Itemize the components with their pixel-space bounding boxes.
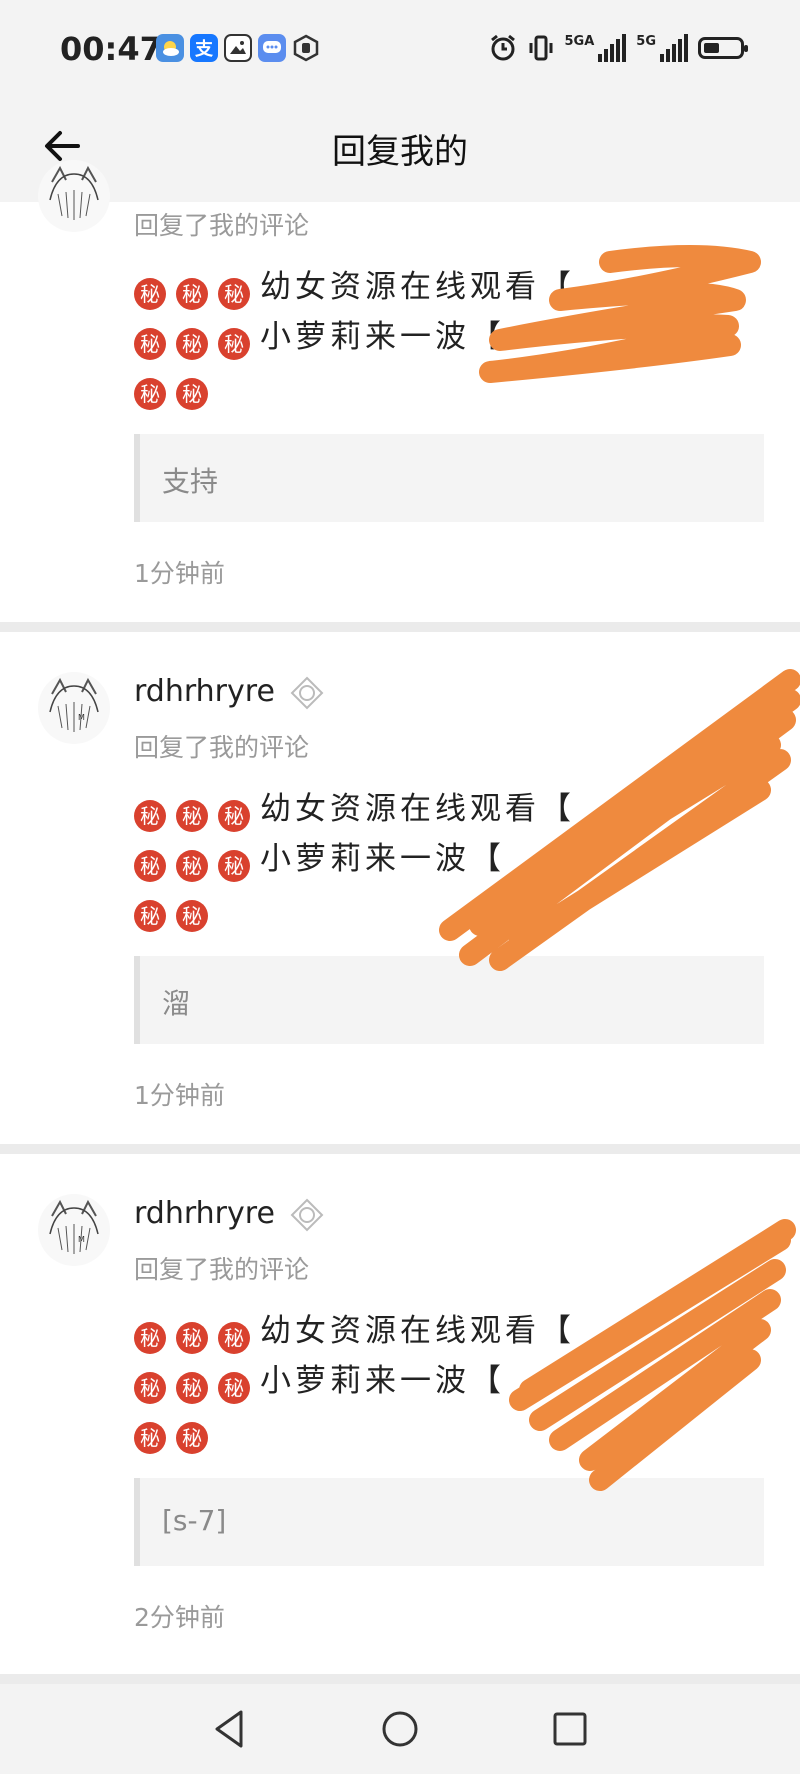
mi-emoji: 秘 — [176, 278, 208, 310]
quoted-comment[interactable]: [s-7] — [134, 1478, 764, 1566]
comment-line: 幼女资源在线观看【 — [260, 791, 575, 827]
mi-emoji: 秘 — [134, 1422, 166, 1454]
mi-emoji: 秘 — [218, 850, 250, 882]
vibrate-icon — [529, 35, 552, 61]
mi-emoji: 秘 — [176, 900, 208, 932]
username[interactable]: rdhrhryre — [134, 674, 275, 709]
weather-icon — [156, 34, 184, 62]
mi-emoji: 秘 — [218, 278, 250, 310]
notification-icons: 支 — [156, 34, 320, 62]
reply-subtitle: 回复了我的评论 — [134, 733, 310, 762]
mi-emoji: 秘 — [218, 1372, 250, 1404]
mi-emoji: 秘 — [218, 800, 250, 832]
mi-emoji: 秘 — [176, 328, 208, 360]
system-status-icons: 5GA 5G — [489, 34, 748, 62]
comment-line: 幼女资源在线观看【 — [260, 1313, 575, 1349]
quoted-comment[interactable]: 支持 — [134, 434, 764, 522]
mi-emoji: 秘 — [134, 328, 166, 360]
hand-shield-icon — [292, 34, 320, 62]
mi-emoji: 秘 — [176, 1322, 208, 1354]
mi-emoji: 秘 — [134, 278, 166, 310]
back-triangle-icon[interactable] — [205, 1704, 255, 1754]
status-bar: 00:47 支 5GA 5G — [0, 0, 800, 100]
recents-square-icon[interactable] — [545, 1704, 595, 1754]
mi-emoji: 秘 — [134, 850, 166, 882]
battery-level — [704, 43, 719, 53]
quoted-text: [s-7] — [162, 1504, 227, 1537]
alipay-icon: 支 — [190, 34, 218, 62]
svg-text:M: M — [78, 1235, 85, 1244]
mi-emoji: 秘 — [218, 328, 250, 360]
quoted-text: 溜 — [162, 987, 191, 1020]
mi-emoji: 秘 — [176, 1422, 208, 1454]
signal-icon: 5G — [636, 34, 688, 62]
comment-content: 秘秘秘幼女资源在线观看【 秘秘秘小萝莉来一波【 秘秘 — [134, 784, 754, 934]
home-circle-icon[interactable] — [375, 1704, 425, 1754]
mi-emoji: 秘 — [176, 800, 208, 832]
mi-emoji: 秘 — [134, 1322, 166, 1354]
comment-card[interactable]: M rdhrhryre 回复了我的评论 秘秘秘幼女资源在线观看【 秘秘秘小萝莉来… — [0, 632, 800, 1144]
avatar[interactable]: M — [38, 672, 110, 744]
quoted-text: 支持 — [162, 465, 219, 498]
signal-icon: 5GA — [565, 34, 627, 62]
mi-emoji: 秘 — [134, 900, 166, 932]
comment-card[interactable]: M rdhrhryre 回复了我的评论 秘秘秘幼女资源在线观看【 秘秘秘小萝莉来… — [0, 1154, 800, 1674]
svg-text:M: M — [78, 713, 85, 722]
timestamp: 1分钟前 — [134, 559, 225, 588]
username[interactable]: rdhrhryre — [134, 1196, 275, 1231]
image-alert-icon — [224, 34, 252, 62]
timestamp: 1分钟前 — [134, 1081, 225, 1110]
comment-line: 小萝莉来一波【 — [260, 1363, 505, 1399]
page-title: 回复我的 — [332, 132, 468, 172]
mi-emoji: 秘 — [176, 378, 208, 410]
quoted-comment[interactable]: 溜 — [134, 956, 764, 1044]
level-badge-icon — [290, 1198, 324, 1232]
status-time: 00:47 — [60, 30, 162, 68]
comment-line: 小萝莉来一波【 — [260, 319, 505, 355]
comment-content: 秘秘秘幼女资源在线观看【 秘秘秘小萝莉来一波【 秘秘 — [134, 262, 754, 412]
mi-emoji: 秘 — [218, 1322, 250, 1354]
mi-emoji: 秘 — [176, 850, 208, 882]
mi-emoji: 秘 — [134, 1372, 166, 1404]
reply-subtitle: 回复了我的评论 — [134, 211, 310, 240]
header: 回复我的 — [0, 100, 800, 202]
avatar[interactable]: M — [38, 1194, 110, 1266]
mi-emoji: 秘 — [134, 378, 166, 410]
chat-icon — [258, 34, 286, 62]
avatar[interactable] — [38, 160, 110, 232]
battery-icon — [698, 37, 748, 59]
comment-card[interactable]: 回复了我的评论 秘秘秘幼女资源在线观看【 秘秘秘小萝莉来一波【 秘秘 支持 1分… — [0, 160, 800, 622]
reply-subtitle: 回复了我的评论 — [134, 1255, 310, 1284]
system-navigation-bar — [0, 1684, 800, 1774]
timestamp: 2分钟前 — [134, 1603, 225, 1632]
comment-line: 幼女资源在线观看【 — [260, 269, 575, 305]
alarm-icon — [490, 34, 515, 61]
mi-emoji: 秘 — [134, 800, 166, 832]
comment-content: 秘秘秘幼女资源在线观看【 秘秘秘小萝莉来一波【 秘秘 — [134, 1306, 754, 1456]
level-badge-icon — [290, 676, 324, 710]
mi-emoji: 秘 — [176, 1372, 208, 1404]
comment-line: 小萝莉来一波【 — [260, 841, 505, 877]
